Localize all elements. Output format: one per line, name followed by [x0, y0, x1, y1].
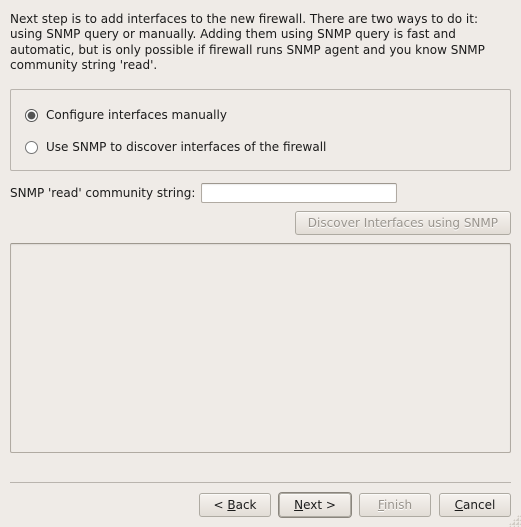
- next-button[interactable]: Next >: [279, 493, 351, 517]
- intro-text: Next step is to add interfaces to the ne…: [0, 0, 521, 77]
- snmp-string-input[interactable]: [201, 183, 397, 203]
- back-button[interactable]: < Back: [199, 493, 271, 517]
- cancel-button[interactable]: Cancel: [439, 493, 511, 517]
- snmp-string-row: SNMP 'read' community string:: [0, 171, 521, 205]
- radio-row-manual[interactable]: Configure interfaces manually: [21, 104, 500, 126]
- interface-mode-group: Configure interfaces manually Use SNMP t…: [10, 89, 511, 171]
- wizard-footer: < Back Next > Finish Cancel: [10, 482, 511, 517]
- radio-snmp[interactable]: [25, 141, 38, 154]
- discover-button[interactable]: Discover Interfaces using SNMP: [295, 211, 511, 235]
- radio-manual[interactable]: [25, 109, 38, 122]
- interfaces-list[interactable]: [10, 243, 511, 453]
- discover-row: Discover Interfaces using SNMP: [0, 205, 521, 235]
- radio-manual-label: Configure interfaces manually: [46, 108, 227, 122]
- finish-button[interactable]: Finish: [359, 493, 431, 517]
- radio-row-snmp[interactable]: Use SNMP to discover interfaces of the f…: [21, 136, 500, 158]
- radio-snmp-label: Use SNMP to discover interfaces of the f…: [46, 140, 326, 154]
- snmp-string-label: SNMP 'read' community string:: [10, 186, 195, 200]
